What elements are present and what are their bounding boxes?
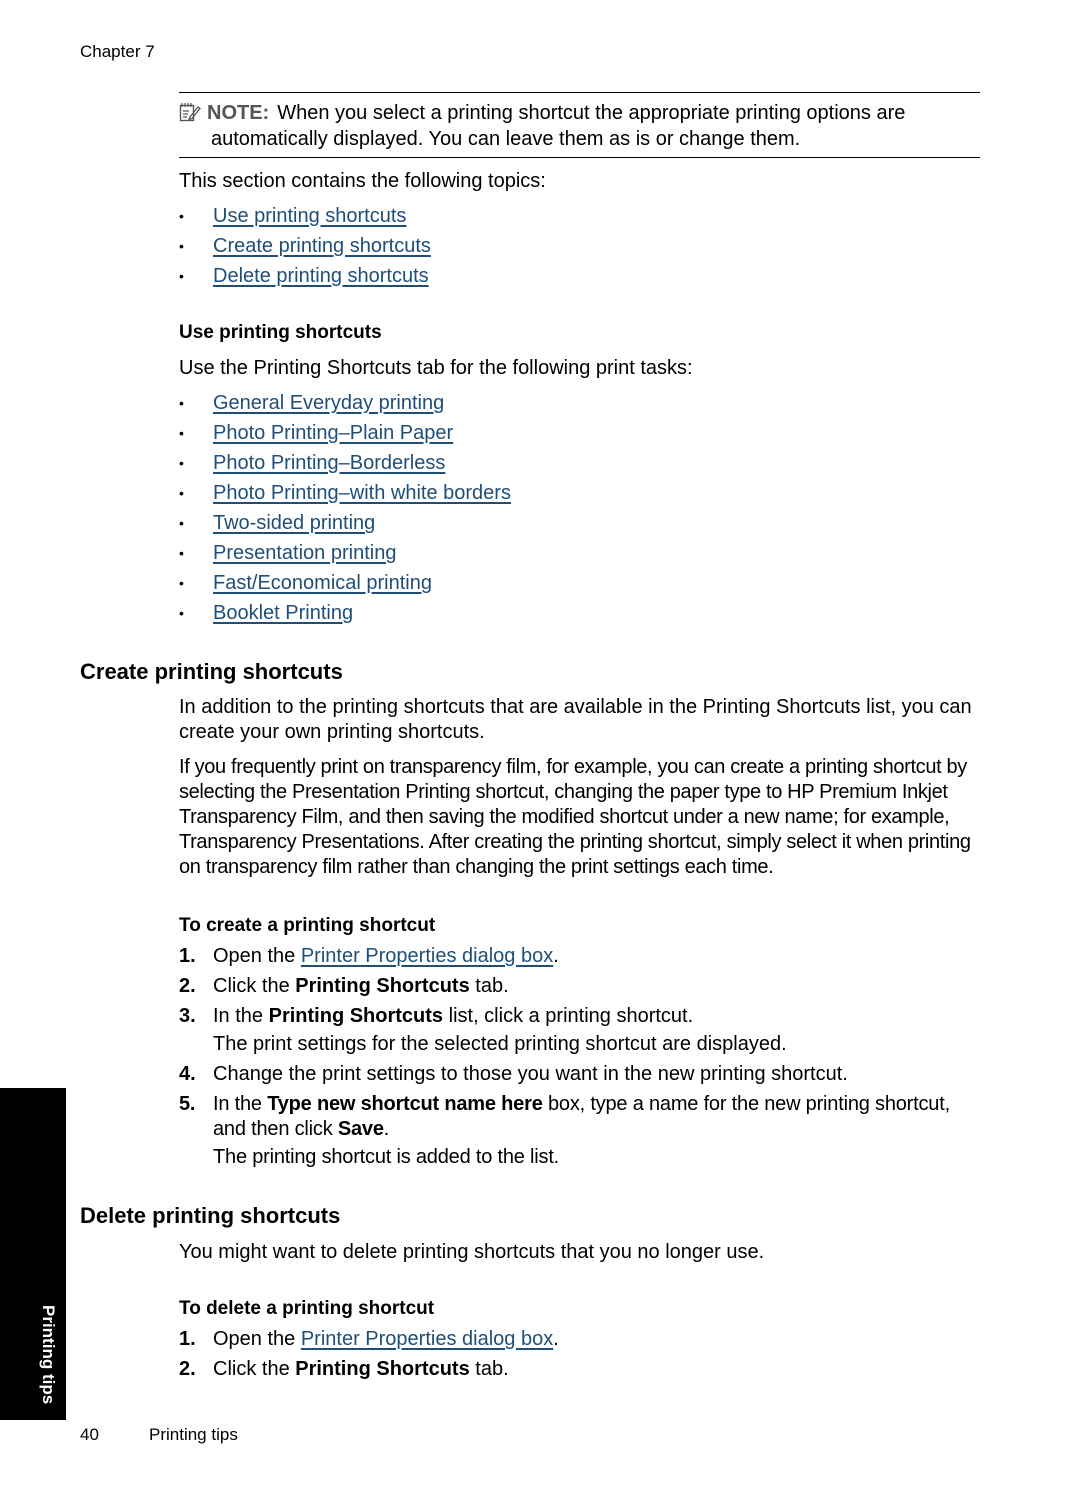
task-item: • Two-sided printing xyxy=(179,508,511,538)
task-link-photo-borderless[interactable]: Photo Printing–Borderless xyxy=(213,452,445,474)
ui-term: Printing Shortcuts xyxy=(295,1358,470,1380)
step-text: In the xyxy=(213,1093,268,1115)
task-link-photo-plain[interactable]: Photo Printing–Plain Paper xyxy=(213,422,453,444)
ui-term: Save xyxy=(337,1118,384,1140)
step-text: tab. xyxy=(469,1358,509,1380)
create-steps: 1. Open the Printer Properties dialog box… xyxy=(179,944,982,1175)
step-text: . xyxy=(383,1118,390,1140)
ui-term: Printing Shortcuts xyxy=(268,1005,444,1027)
step-number: 3. xyxy=(179,1005,196,1027)
bullet-icon: • xyxy=(179,268,184,284)
page-number: 40 xyxy=(80,1425,99,1444)
create-para-2: If you frequently print on transparency … xyxy=(179,756,971,878)
step-text: Click the xyxy=(213,1358,296,1380)
step-text: . xyxy=(553,945,559,967)
task-link-two-sided[interactable]: Two-sided printing xyxy=(213,512,375,534)
delete-shortcuts-heading: Delete printing shortcuts xyxy=(80,1203,341,1228)
bullet-icon: • xyxy=(179,605,184,621)
step-text: Click the xyxy=(213,975,296,997)
bullet-icon: • xyxy=(179,208,184,224)
task-item: • Presentation printing xyxy=(179,538,511,568)
delete-text: You might want to delete printing shortc… xyxy=(179,1241,765,1263)
step-number: 4. xyxy=(179,1063,196,1085)
create-procedure-title: To create a printing shortcut xyxy=(179,915,436,936)
bullet-icon: • xyxy=(179,575,184,591)
step-text: list, click a printing shortcut. xyxy=(443,1005,694,1027)
note-pencil-icon xyxy=(179,102,201,122)
printer-properties-link[interactable]: Printer Properties dialog box xyxy=(301,1328,553,1350)
bullet-icon: • xyxy=(179,515,184,531)
task-item: • General Everyday printing xyxy=(179,388,511,418)
task-link-general[interactable]: General Everyday printing xyxy=(213,392,444,414)
bullet-icon: • xyxy=(179,455,184,471)
note-text-line2: automatically displayed. You can leave t… xyxy=(211,128,801,150)
task-item: • Photo Printing–Plain Paper xyxy=(179,418,511,448)
topic-item: • Use printing shortcuts xyxy=(179,201,431,231)
topic-item: • Delete printing shortcuts xyxy=(179,261,431,291)
create-step-3: 3. In the Printing Shortcuts list, click … xyxy=(179,1004,982,1057)
create-step-2: 2. Click the Printing Shortcuts tab. xyxy=(179,974,982,999)
task-item: • Fast/Economical printing xyxy=(179,568,511,598)
task-item: • Photo Printing–Borderless xyxy=(179,448,511,478)
bullet-icon: • xyxy=(179,425,184,441)
printer-properties-link[interactable]: Printer Properties dialog box xyxy=(301,945,553,967)
create-step-4: 4. Change the print settings to those you… xyxy=(179,1062,982,1087)
bullet-icon: • xyxy=(179,485,184,501)
ui-term: Type new shortcut name here xyxy=(267,1093,543,1115)
note-bottom-rule xyxy=(179,157,980,158)
task-list: • General Everyday printing • Photo Printi… xyxy=(179,388,511,628)
bullet-icon: • xyxy=(179,395,184,411)
task-link-presentation[interactable]: Presentation printing xyxy=(213,542,396,564)
bullet-icon: • xyxy=(179,545,184,561)
step-text: tab. xyxy=(469,975,509,997)
note-label: NOTE: xyxy=(207,102,270,124)
delete-steps: 1. Open the Printer Properties dialog box… xyxy=(179,1327,982,1387)
step-text: Open the xyxy=(213,1328,301,1350)
create-step-1: 1. Open the Printer Properties dialog box… xyxy=(179,944,982,969)
note-top-rule xyxy=(179,92,980,93)
step-number: 5. xyxy=(179,1093,196,1115)
chapter-header: Chapter 7 xyxy=(80,42,155,61)
side-tab-label: Printing tips xyxy=(39,1305,58,1405)
task-link-booklet[interactable]: Booklet Printing xyxy=(213,602,353,624)
step-text: Change the print settings to those you w… xyxy=(213,1063,848,1085)
task-item: • Photo Printing–with white borders xyxy=(179,478,511,508)
task-item: • Booklet Printing xyxy=(179,598,511,628)
step-number: 1. xyxy=(179,1328,196,1350)
step-number: 1. xyxy=(179,945,196,967)
delete-step-2: 2. Click the Printing Shortcuts tab. xyxy=(179,1357,982,1382)
create-shortcuts-heading: Create printing shortcuts xyxy=(80,659,343,684)
topic-link-delete[interactable]: Delete printing shortcuts xyxy=(213,265,429,287)
task-link-photo-white-borders[interactable]: Photo Printing–with white borders xyxy=(213,482,511,504)
topic-link-create[interactable]: Create printing shortcuts xyxy=(213,235,431,257)
create-para-1: In addition to the printing shortcuts th… xyxy=(179,696,972,743)
delete-step-1: 1. Open the Printer Properties dialog box… xyxy=(179,1327,982,1352)
topic-link-use[interactable]: Use printing shortcuts xyxy=(213,205,406,227)
step-text: In the xyxy=(213,1005,269,1027)
step-result: The print settings for the selected prin… xyxy=(213,1033,787,1055)
step-result: The printing shortcut is added to the li… xyxy=(213,1146,560,1168)
topic-list: • Use printing shortcuts • Create printing… xyxy=(179,201,431,291)
step-number: 2. xyxy=(179,975,196,997)
step-text: Open the xyxy=(213,945,301,967)
bullet-icon: • xyxy=(179,238,184,254)
intro-text: This section contains the following topi… xyxy=(179,170,546,192)
note-box: NOTE: When you select a printing shortcut… xyxy=(179,100,979,152)
ui-term: Printing Shortcuts xyxy=(295,975,470,997)
topic-item: • Create printing shortcuts xyxy=(179,231,431,261)
note-text-line1: When you select a printing shortcut the … xyxy=(277,102,906,124)
step-text: . xyxy=(553,1328,559,1350)
footer-section-title: Printing tips xyxy=(149,1425,238,1444)
create-step-5: 5. In the Type new shortcut name here box… xyxy=(179,1092,982,1170)
use-shortcuts-heading: Use printing shortcuts xyxy=(179,322,382,343)
task-link-fast-economical[interactable]: Fast/Economical printing xyxy=(213,572,432,594)
step-number: 2. xyxy=(179,1358,196,1380)
delete-procedure-title: To delete a printing shortcut xyxy=(179,1298,435,1319)
use-shortcuts-text: Use the Printing Shortcuts tab for the f… xyxy=(179,357,693,379)
